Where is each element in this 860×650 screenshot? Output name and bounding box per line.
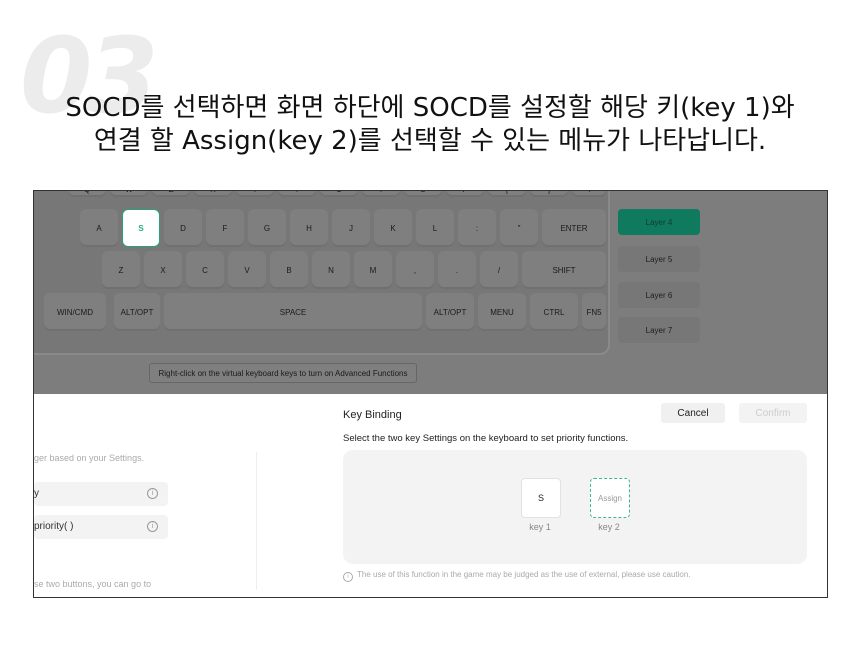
key-p[interactable]: P bbox=[446, 191, 484, 197]
key-u[interactable]: U bbox=[320, 191, 358, 197]
key-colon[interactable]: : bbox=[458, 209, 496, 247]
left-description: ger based on your Settings. bbox=[34, 453, 145, 463]
key-alt-opt-left[interactable]: ALT/OPT bbox=[114, 293, 160, 331]
key-backslash[interactable]: \ bbox=[572, 191, 606, 197]
info-icon[interactable]: i bbox=[147, 488, 158, 499]
key-period[interactable]: . bbox=[438, 251, 476, 289]
key-a[interactable]: A bbox=[80, 209, 118, 247]
key-r[interactable]: R bbox=[194, 191, 232, 197]
keyboard-area-dimmed: Q W E R T Y U I O P [ ] \ A S D F G H J … bbox=[34, 191, 827, 394]
option-1-label: y bbox=[34, 488, 39, 499]
instruction-heading: SOCD를 선택하면 화면 하단에 SOCD를 설정할 해당 키(key 1)와… bbox=[0, 92, 860, 158]
key-w[interactable]: W bbox=[110, 191, 148, 197]
key-2-assign-slot[interactable]: Assign bbox=[590, 478, 630, 518]
layer-7-button[interactable]: Layer 7 bbox=[618, 317, 700, 343]
key-e[interactable]: E bbox=[152, 191, 190, 197]
key-d[interactable]: D bbox=[164, 209, 202, 247]
key-k[interactable]: K bbox=[374, 209, 412, 247]
key-y[interactable]: Y bbox=[278, 191, 316, 197]
key-bracket-right[interactable]: ] bbox=[530, 191, 568, 197]
key-n[interactable]: N bbox=[312, 251, 350, 289]
key-binding-panel: ger based on your Settings. y i priority… bbox=[34, 394, 827, 597]
option-row-1[interactable]: y i bbox=[34, 482, 168, 506]
key-enter[interactable]: ENTER bbox=[542, 209, 606, 247]
key-j[interactable]: J bbox=[332, 209, 370, 247]
left-footer-text: se two buttons, you can go to bbox=[34, 579, 152, 589]
key-1-slot[interactable]: S bbox=[521, 478, 561, 518]
key-f[interactable]: F bbox=[206, 209, 244, 247]
key-s-selected[interactable]: S bbox=[122, 209, 160, 247]
option-row-2[interactable]: priority( ) i bbox=[34, 515, 168, 539]
key-z[interactable]: Z bbox=[102, 251, 140, 289]
key-b[interactable]: B bbox=[270, 251, 308, 289]
cancel-button[interactable]: Cancel bbox=[661, 403, 725, 423]
key-comma[interactable]: , bbox=[396, 251, 434, 289]
key-h[interactable]: H bbox=[290, 209, 328, 247]
key-fn5[interactable]: FN5 bbox=[582, 293, 606, 331]
info-icon: i bbox=[343, 572, 353, 582]
key-bracket-left[interactable]: [ bbox=[488, 191, 526, 197]
key-o[interactable]: O bbox=[404, 191, 442, 197]
caution-text: The use of this function in the game may… bbox=[357, 570, 691, 579]
key-t[interactable]: T bbox=[236, 191, 274, 197]
key-shift[interactable]: SHIFT bbox=[522, 251, 606, 289]
key-menu[interactable]: MENU bbox=[478, 293, 526, 331]
info-icon[interactable]: i bbox=[147, 521, 158, 532]
key-win-cmd[interactable]: WIN/CMD bbox=[44, 293, 106, 331]
key-quote[interactable]: " bbox=[500, 209, 538, 247]
key-slash[interactable]: / bbox=[480, 251, 518, 289]
key-x[interactable]: X bbox=[144, 251, 182, 289]
key-q[interactable]: Q bbox=[68, 191, 106, 197]
key-slots-panel: S Assign key 1 key 2 bbox=[343, 450, 807, 564]
key-space[interactable]: SPACE bbox=[164, 293, 422, 331]
key-binding-title: Key Binding bbox=[343, 409, 402, 421]
key-l[interactable]: L bbox=[416, 209, 454, 247]
virtual-keyboard: Q W E R T Y U I O P [ ] \ A S D F G H J … bbox=[34, 191, 610, 355]
panel-divider bbox=[256, 452, 257, 590]
option-2-label: priority( ) bbox=[34, 521, 74, 532]
key-alt-opt-right[interactable]: ALT/OPT bbox=[426, 293, 474, 331]
key-g[interactable]: G bbox=[248, 209, 286, 247]
layer-4-button[interactable]: Layer 4 bbox=[618, 209, 700, 235]
app-screenshot: Q W E R T Y U I O P [ ] \ A S D F G H J … bbox=[33, 190, 828, 598]
key-v[interactable]: V bbox=[228, 251, 266, 289]
layer-6-button[interactable]: Layer 6 bbox=[618, 282, 700, 308]
key-c[interactable]: C bbox=[186, 251, 224, 289]
key-ctrl[interactable]: CTRL bbox=[530, 293, 578, 331]
key-m[interactable]: M bbox=[354, 251, 392, 289]
layer-5-button[interactable]: Layer 5 bbox=[618, 246, 700, 272]
advanced-functions-hint: Right-click on the virtual keyboard keys… bbox=[149, 363, 417, 383]
heading-line-1: SOCD를 선택하면 화면 하단에 SOCD를 설정할 해당 키(key 1)와 bbox=[65, 93, 795, 123]
key-binding-description: Select the two key Settings on the keybo… bbox=[343, 433, 629, 444]
key-2-label: key 2 bbox=[598, 522, 620, 532]
caution-note: i The use of this function in the game ma… bbox=[343, 570, 691, 582]
confirm-button[interactable]: Confirm bbox=[739, 403, 807, 423]
key-i[interactable]: I bbox=[362, 191, 400, 197]
heading-line-2: 연결 할 Assign(key 2)를 선택할 수 있는 메뉴가 나타납니다. bbox=[93, 126, 767, 156]
key-1-label: key 1 bbox=[529, 522, 551, 532]
